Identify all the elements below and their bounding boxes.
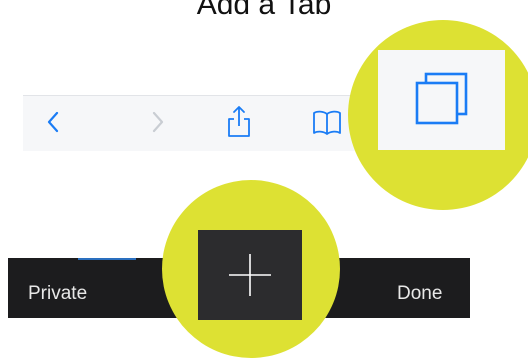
plus-icon bbox=[229, 254, 271, 296]
chevron-right-icon bbox=[152, 111, 164, 133]
book-icon bbox=[313, 110, 341, 135]
back-button[interactable] bbox=[33, 102, 73, 142]
done-button[interactable]: Done bbox=[397, 283, 442, 305]
private-button[interactable]: Private bbox=[28, 283, 87, 305]
tabs-icon bbox=[415, 72, 467, 125]
share-icon bbox=[228, 106, 250, 137]
forward-button[interactable] bbox=[138, 102, 178, 142]
bookmarks-button[interactable] bbox=[307, 102, 347, 142]
tab-preview-edge bbox=[78, 258, 136, 260]
page-title: Add a Tab bbox=[196, 0, 332, 21]
share-button[interactable] bbox=[219, 102, 259, 142]
tabs-button[interactable] bbox=[378, 50, 505, 150]
add-tab-button[interactable] bbox=[198, 230, 302, 320]
chevron-left-icon bbox=[47, 111, 59, 133]
